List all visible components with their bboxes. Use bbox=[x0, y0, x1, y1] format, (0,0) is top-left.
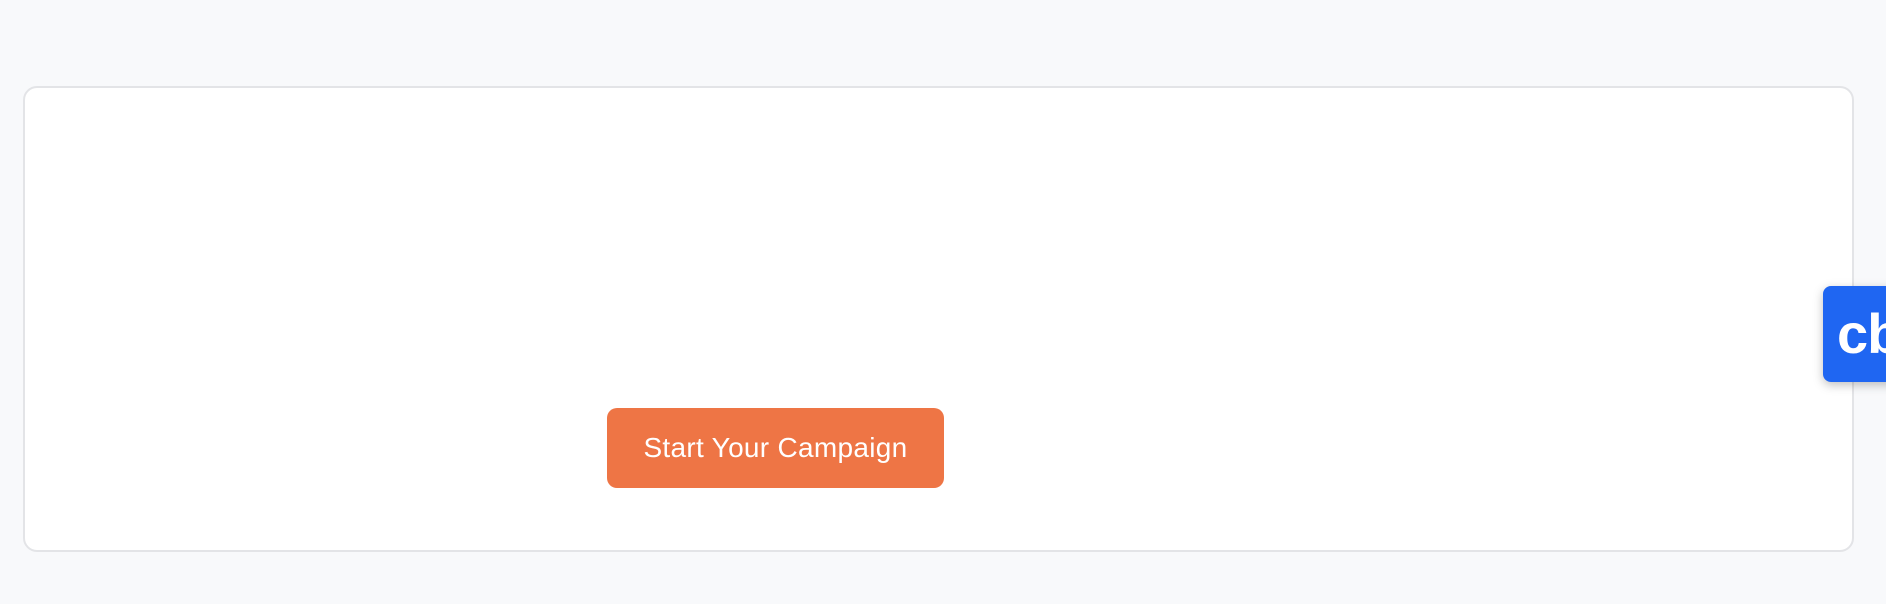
chat-widget-logo-text: cb bbox=[1837, 302, 1886, 365]
content-card: Start Your Campaign bbox=[23, 86, 1854, 552]
chat-widget-button[interactable]: cb bbox=[1823, 286, 1886, 382]
page: { "main": { "cta_label": "Start Your Cam… bbox=[0, 0, 1886, 604]
start-campaign-button[interactable]: Start Your Campaign bbox=[607, 408, 944, 488]
